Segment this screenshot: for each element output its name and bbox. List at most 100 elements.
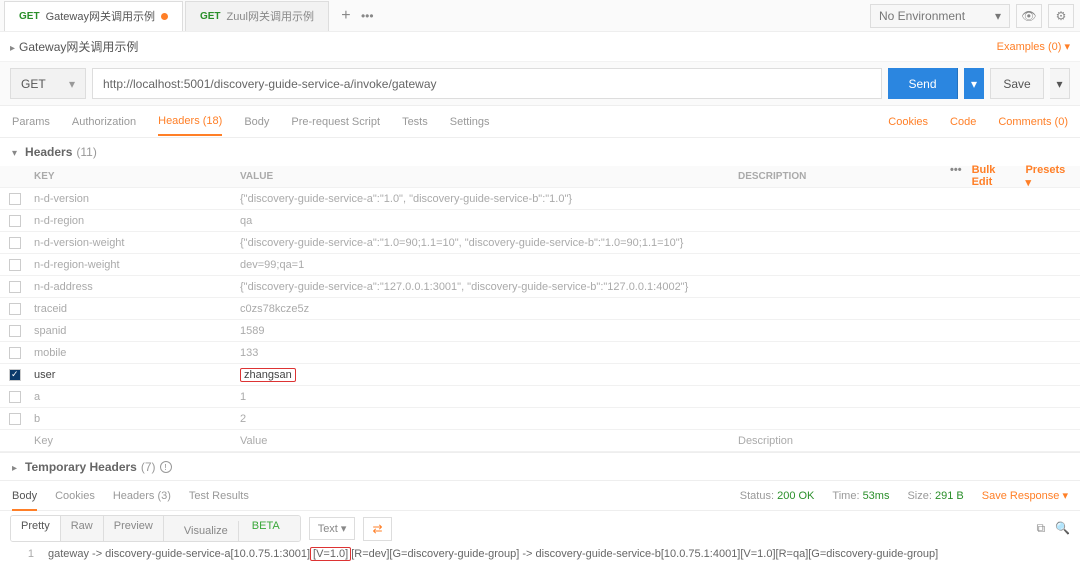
- url-input[interactable]: http://localhost:5001/discovery-guide-se…: [92, 68, 882, 99]
- tab-headers[interactable]: Headers (18): [158, 115, 222, 136]
- chevron-right-icon[interactable]: [12, 460, 21, 474]
- header-key[interactable]: user: [30, 369, 240, 381]
- header-value[interactable]: c0zs78kcze5z: [240, 303, 738, 315]
- checkbox[interactable]: [9, 281, 21, 293]
- environment-label: No Environment: [879, 9, 965, 23]
- view-visualize[interactable]: Visualize BETA: [164, 516, 300, 541]
- checkbox[interactable]: [9, 347, 21, 359]
- checkbox[interactable]: [9, 215, 21, 227]
- header-key[interactable]: mobile: [30, 347, 240, 359]
- header-value[interactable]: dev=99;qa=1: [240, 259, 738, 271]
- chevron-down-icon[interactable]: [12, 145, 21, 159]
- header-row[interactable]: userzhangsan: [0, 364, 1080, 386]
- checkbox[interactable]: [9, 193, 21, 205]
- header-key[interactable]: traceid: [30, 303, 240, 315]
- wrap-icon[interactable]: ⇄: [363, 517, 391, 541]
- cookies-link[interactable]: Cookies: [888, 116, 928, 128]
- response-tab-headers[interactable]: Headers (3): [113, 490, 171, 502]
- header-row[interactable]: a1: [0, 386, 1080, 408]
- header-value[interactable]: {"discovery-guide-service-a":"1.0=90;1.1…: [240, 237, 738, 249]
- send-dropdown[interactable]: ▾: [964, 68, 984, 99]
- search-icon[interactable]: 🔍: [1055, 521, 1070, 536]
- environment-select[interactable]: No Environment ▾: [870, 4, 1010, 28]
- header-key[interactable]: n-d-region-weight: [30, 259, 240, 271]
- presets-dropdown[interactable]: Presets ▾: [1025, 164, 1070, 189]
- tab-authorization[interactable]: Authorization: [72, 116, 136, 128]
- checkbox[interactable]: [9, 391, 21, 403]
- checkbox[interactable]: [9, 259, 21, 271]
- header-row[interactable]: traceidc0zs78kcze5z: [0, 298, 1080, 320]
- view-preview[interactable]: Preview: [104, 516, 164, 541]
- examples-dropdown[interactable]: Examples (0) ▾: [997, 40, 1070, 53]
- new-key-input[interactable]: Key: [30, 435, 240, 447]
- header-key[interactable]: a: [30, 391, 240, 403]
- header-row[interactable]: n-d-version-weight{"discovery-guide-serv…: [0, 232, 1080, 254]
- response-tab-tests[interactable]: Test Results: [189, 490, 249, 502]
- header-key[interactable]: n-d-version: [30, 193, 240, 205]
- save-dropdown[interactable]: ▾: [1050, 68, 1070, 99]
- header-key[interactable]: b: [30, 413, 240, 425]
- code-link[interactable]: Code: [950, 116, 976, 128]
- header-row[interactable]: n-d-region-weightdev=99;qa=1: [0, 254, 1080, 276]
- view-pretty[interactable]: Pretty: [11, 516, 61, 541]
- tab-params[interactable]: Params: [12, 116, 50, 128]
- header-row[interactable]: n-d-address{"discovery-guide-service-a":…: [0, 276, 1080, 298]
- header-key[interactable]: n-d-region: [30, 215, 240, 227]
- header-value[interactable]: 133: [240, 347, 738, 359]
- new-tab-button[interactable]: +: [331, 7, 361, 25]
- tab-tests[interactable]: Tests: [402, 116, 428, 128]
- checkbox[interactable]: [9, 413, 21, 425]
- response-tab-body[interactable]: Body: [12, 490, 37, 502]
- header-value[interactable]: 2: [240, 413, 738, 425]
- status-label: Status: 200 OK: [740, 490, 815, 502]
- save-button[interactable]: Save: [990, 68, 1044, 99]
- view-raw[interactable]: Raw: [61, 516, 104, 541]
- info-icon[interactable]: !: [160, 461, 172, 473]
- header-row[interactable]: b2: [0, 408, 1080, 430]
- bulk-edit-link[interactable]: Bulk Edit: [972, 164, 1016, 189]
- headers-section-title: Headers: [25, 145, 72, 159]
- tab-prerequest[interactable]: Pre-request Script: [291, 116, 380, 128]
- expand-icon[interactable]: [10, 40, 19, 54]
- bulk-more-icon[interactable]: •••: [950, 164, 962, 189]
- header-key[interactable]: n-d-version-weight: [30, 237, 240, 249]
- header-row[interactable]: n-d-regionqa: [0, 210, 1080, 232]
- gear-icon[interactable]: ⚙: [1048, 4, 1074, 28]
- header-value[interactable]: {"discovery-guide-service-a":"1.0", "dis…: [240, 193, 738, 205]
- header-value[interactable]: 1: [240, 391, 738, 403]
- response-tab-cookies[interactable]: Cookies: [55, 490, 95, 502]
- checkbox[interactable]: [9, 303, 21, 315]
- save-response-dropdown[interactable]: Save Response ▾: [982, 489, 1068, 502]
- header-value[interactable]: qa: [240, 215, 738, 227]
- checkbox[interactable]: [9, 325, 21, 337]
- checkbox[interactable]: [9, 237, 21, 249]
- tab-inactive[interactable]: GET Zuul网关调用示例: [185, 1, 329, 31]
- eye-icon[interactable]: 👁: [1016, 4, 1042, 28]
- temp-headers-title: Temporary Headers: [25, 460, 137, 474]
- checkbox[interactable]: [9, 369, 21, 381]
- tab-settings[interactable]: Settings: [450, 116, 490, 128]
- new-desc-input[interactable]: Description: [738, 435, 1080, 447]
- header-key[interactable]: spanid: [30, 325, 240, 337]
- header-value[interactable]: 1589: [240, 325, 738, 337]
- header-value[interactable]: zhangsan: [240, 368, 738, 382]
- copy-icon[interactable]: ⧉: [1036, 521, 1045, 536]
- headers-count: (11): [76, 145, 96, 159]
- tab-method-badge: GET: [200, 11, 221, 22]
- column-value: VALUE: [240, 171, 738, 182]
- header-key[interactable]: n-d-address: [30, 281, 240, 293]
- header-row[interactable]: n-d-version{"discovery-guide-service-a":…: [0, 188, 1080, 210]
- unsaved-dot-icon: [161, 13, 168, 20]
- comments-link[interactable]: Comments (0): [998, 116, 1068, 128]
- header-row[interactable]: mobile133: [0, 342, 1080, 364]
- tab-active[interactable]: GET Gateway网关调用示例: [4, 1, 183, 31]
- chevron-down-icon: ▾: [69, 77, 75, 91]
- tab-overflow-button[interactable]: •••: [361, 9, 374, 23]
- format-select[interactable]: Text ▾: [309, 517, 356, 540]
- tab-body[interactable]: Body: [244, 116, 269, 128]
- send-button[interactable]: Send: [888, 68, 958, 99]
- method-select[interactable]: GET ▾: [10, 68, 86, 99]
- header-value[interactable]: {"discovery-guide-service-a":"127.0.0.1:…: [240, 281, 738, 293]
- header-row[interactable]: spanid1589: [0, 320, 1080, 342]
- new-value-input[interactable]: Value: [240, 435, 738, 447]
